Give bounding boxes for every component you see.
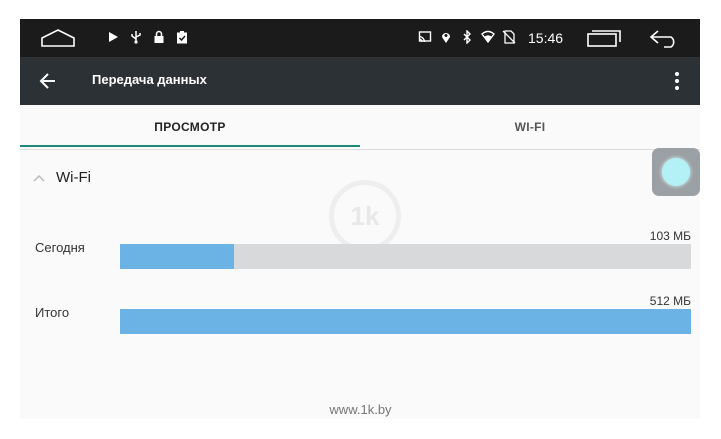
wifi-section-header[interactable]: Wi-Fi xyxy=(32,169,91,186)
section-title: Wi-Fi xyxy=(56,169,91,186)
floating-assist-button[interactable] xyxy=(652,148,700,196)
arrow-left-icon xyxy=(39,73,55,89)
status-bar: 15:46 xyxy=(20,19,700,57)
tab-indicator xyxy=(20,145,360,147)
lock-icon xyxy=(154,30,164,43)
page-title: Передача данных xyxy=(92,72,207,87)
no-sim-icon xyxy=(502,30,516,44)
usage-label-today: Сегодня xyxy=(35,240,85,255)
device-screen: 15:46 Передача данных ПРОСМОТР WI-FI Wi-… xyxy=(20,19,700,419)
assist-dot-icon xyxy=(662,158,690,186)
usage-value-today: 103 МБ xyxy=(649,229,691,243)
usage-bar-today xyxy=(120,244,691,269)
toolbar-back-button[interactable] xyxy=(38,71,58,96)
tab-bar: ПРОСМОТР WI-FI xyxy=(20,105,700,150)
clipboard-check-icon xyxy=(177,31,187,44)
home-button[interactable] xyxy=(40,28,76,53)
wifi-icon xyxy=(481,30,495,44)
tab-overview[interactable]: ПРОСМОТР xyxy=(20,105,360,149)
chevron-up-icon xyxy=(33,174,45,182)
watermark-logo: 1k xyxy=(329,180,401,252)
recents-button[interactable] xyxy=(586,29,622,52)
home-icon xyxy=(41,29,75,47)
app-toolbar: Передача данных xyxy=(20,57,700,105)
usage-bar-fill-today xyxy=(120,244,235,269)
back-arrow-icon xyxy=(649,30,675,48)
recent-apps-icon xyxy=(587,30,621,47)
usage-label-total: Итого xyxy=(35,305,70,320)
status-time: 15:46 xyxy=(528,30,564,46)
overflow-menu-button[interactable] xyxy=(672,70,682,97)
more-vert-icon xyxy=(675,72,679,90)
play-icon xyxy=(109,32,118,42)
bluetooth-icon xyxy=(463,30,471,44)
nav-back-button[interactable] xyxy=(648,28,680,53)
usage-bar-total xyxy=(120,309,691,334)
watermark-logo-text: 1k xyxy=(350,200,380,231)
tab-wifi[interactable]: WI-FI xyxy=(360,105,700,149)
watermark-url: www.1k.by xyxy=(329,402,392,417)
location-icon xyxy=(442,33,450,43)
status-left-icons xyxy=(106,30,189,44)
usage-bar-fill-total xyxy=(120,309,691,334)
usage-value-total: 512 МБ xyxy=(649,294,691,308)
status-right-icons xyxy=(418,30,516,44)
usb-icon xyxy=(131,31,141,44)
cast-icon xyxy=(418,31,432,43)
